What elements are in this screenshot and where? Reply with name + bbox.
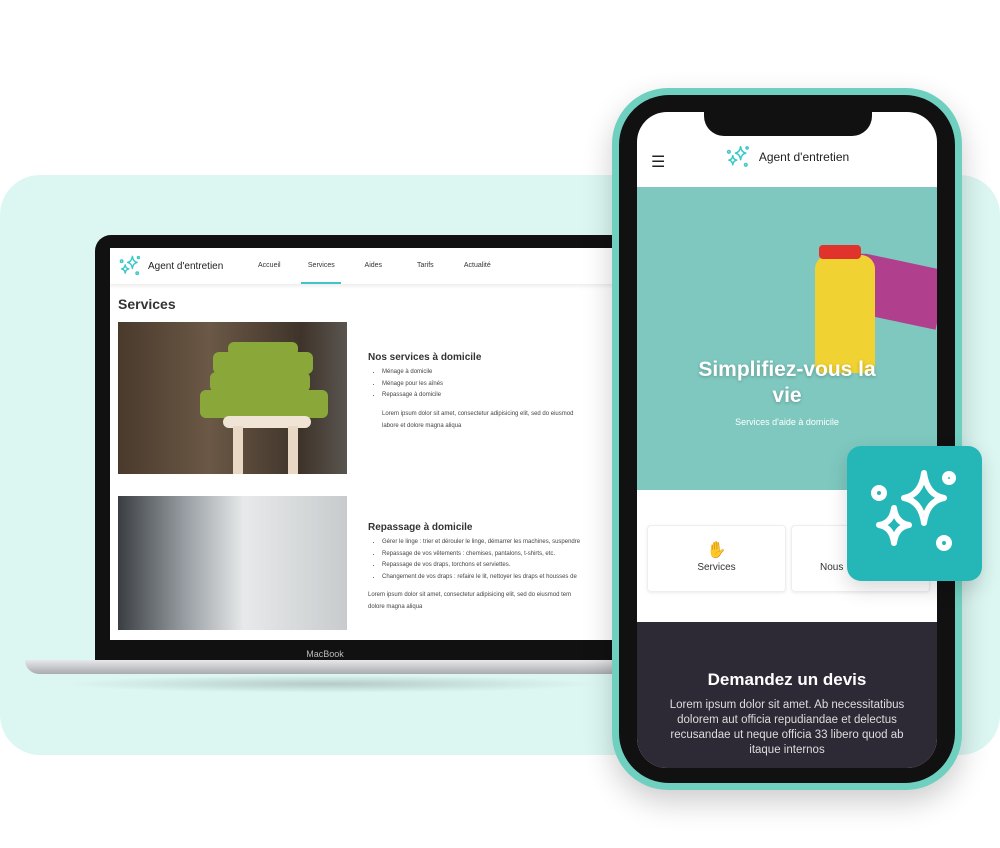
list-item: Ménage à domicile: [382, 367, 630, 379]
hero-banner: Simplifiez-vous la vie Services d'aide à…: [637, 187, 937, 490]
section-title: Nos services à domicile: [368, 352, 482, 363]
card-services[interactable]: ✋ Services: [647, 525, 786, 592]
spray-nozzle: [819, 245, 861, 259]
brand-name[interactable]: Agent d'entretien: [759, 150, 849, 164]
brand-name[interactable]: Agent d'entretien: [148, 261, 223, 272]
nav-accueil[interactable]: Accueil: [243, 248, 295, 284]
laptop-shadow: [60, 675, 600, 693]
list-item: Ménage pour les aînés: [382, 379, 630, 391]
section-text: Lorem ipsum dolor sit amet, consectetur …: [368, 592, 572, 610]
card-label: Nous: [820, 562, 844, 573]
list-item: Repassage de vos draps, torchons et serv…: [382, 560, 630, 572]
section-title: Repassage à domicile: [368, 522, 473, 533]
laptop-base: MacBook: [25, 649, 625, 674]
towels-image: [118, 322, 347, 474]
phone-screen: ☰ Agent d'entretien Simplifiez-vous la v…: [637, 112, 937, 768]
cleaning-hand-icon: ✋: [706, 542, 727, 559]
nav-services[interactable]: Services: [295, 248, 347, 284]
phone-notch: [704, 106, 872, 136]
quote-text: Lorem ipsum dolor sit amet. Ab necessita…: [669, 699, 905, 756]
hero-title: Simplifiez-vous la vie: [698, 358, 876, 407]
nav-tarifs[interactable]: Tarifs: [399, 248, 451, 284]
sparkle-badge: [847, 446, 982, 581]
sparkle-logo-icon: [118, 254, 142, 278]
nav-aides[interactable]: Aides: [347, 248, 399, 284]
nav-actualite[interactable]: Actualité: [451, 248, 503, 284]
card-label: Services: [697, 562, 736, 573]
spray-bottle-image: [815, 255, 875, 373]
hamburger-icon[interactable]: ☰: [651, 152, 665, 172]
desktop-navbar: Agent d'entretien Accueil Services Aides…: [110, 248, 630, 284]
sparkle-logo-icon: [725, 144, 751, 170]
list-item: Repassage de vos vêtements : chemises, p…: [382, 549, 630, 561]
section-ironing: Repassage à domicile Gérer le linge : tr…: [368, 522, 630, 613]
device-label: MacBook: [306, 649, 344, 659]
sparkle-icon: [864, 463, 964, 563]
list-item: Repassage à domicile: [382, 390, 630, 402]
laptop-screen: Agent d'entretien Accueil Services Aides…: [110, 248, 630, 640]
page-title: Services: [118, 296, 176, 312]
quote-section: Demandez un devis Lorem ipsum dolor sit …: [637, 622, 937, 768]
linen-image: [118, 496, 347, 630]
list-item: Gérer le linge : trier et dérouler le li…: [382, 537, 630, 549]
hero-subtitle: Services d'aide à domicile: [735, 417, 839, 427]
quote-title: Demandez un devis: [707, 670, 867, 689]
section-home-services: Nos services à domicile Ménage à domicil…: [368, 352, 630, 432]
section-text: Lorem ipsum dolor sit amet, consectetur …: [382, 410, 574, 429]
list-item: Changement de vos draps : refaire le lit…: [382, 572, 630, 584]
